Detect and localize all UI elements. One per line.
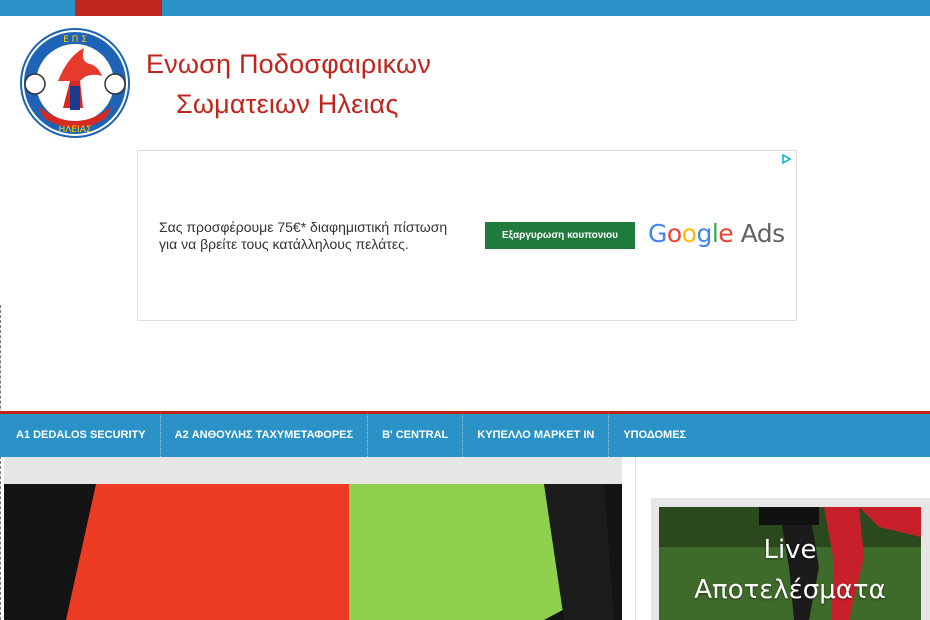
- sidebar-divider: [635, 457, 636, 620]
- main-nav: A1 DEDALOS SECURITY A2 ΑΝΘΟΥΛΗΣ ΤΑΧΥΜΕΤΑ…: [0, 414, 930, 457]
- live-results-image[interactable]: Live Αποτελέσματα: [659, 507, 921, 620]
- live-label: Live: [763, 535, 817, 565]
- google-wordmark-letter: o: [666, 219, 682, 248]
- site-title[interactable]: Ενωση Ποδοσφαιρικων Σωματειων Ηλειας: [146, 44, 466, 124]
- site-logo[interactable]: Ε Π Σ ΗΛΕΙΑΣ: [18, 26, 132, 140]
- nav-item-b-central[interactable]: B' CENTRAL: [368, 414, 464, 457]
- top-bar-home-tab[interactable]: [75, 0, 162, 16]
- nav-item-a1[interactable]: A1 DEDALOS SECURITY: [0, 414, 161, 457]
- ad-copy-line2: για να βρείτε τους κατάλληλους πελάτες.: [159, 236, 409, 252]
- live-results-widget[interactable]: Live Αποτελέσματα: [651, 498, 930, 620]
- results-label: Αποτελέσματα: [694, 575, 886, 605]
- site-title-line2: Σωματειων Ηλειας: [176, 89, 399, 119]
- logo-ring-bottom-text: ΗΛΕΙΑΣ: [58, 125, 91, 135]
- site-title-line1: Ενωση Ποδοσφαιρικων: [146, 49, 432, 79]
- nav-item-cup[interactable]: ΚΥΠΕΛΛΟ ΜΑΡΚΕΤ ΙΝ: [463, 414, 610, 457]
- google-wordmark-letter: g: [696, 219, 712, 248]
- ads-wordmark: Ads: [740, 219, 786, 248]
- ad-copy-line1: Σας προσφέρουμε 75€* διαφημιστική πίστωσ…: [159, 219, 448, 235]
- google-ad-banner[interactable]: Σας προσφέρουμε 75€* διαφημιστική πίστωσ…: [137, 150, 797, 321]
- google-ads-logo: Google Ads: [648, 219, 785, 249]
- nav-item-youth[interactable]: ΥΠΟΔΟΜΕΣ: [609, 414, 700, 457]
- adchoices-triangle-icon[interactable]: [780, 153, 792, 165]
- nav-item-a2[interactable]: A2 ΑΝΘΟΥΛΗΣ ΤΑΧΥΜΕΤΑΦΟΡΕΣ: [161, 414, 369, 457]
- ad-copy: Σας προσφέρουμε 75€* διαφημιστική πίστωσ…: [159, 219, 479, 253]
- logo-ring-top-text: Ε Π Σ: [63, 35, 87, 45]
- featured-article-image[interactable]: [4, 457, 622, 620]
- referee-cards-image: [4, 484, 622, 620]
- page-edge-guide: [0, 305, 1, 620]
- google-wordmark: Google: [648, 219, 734, 248]
- google-wordmark-letter: o: [681, 219, 697, 248]
- google-wordmark-letter: G: [648, 219, 667, 248]
- ad-redeem-button[interactable]: Εξαργυρωση κουπονιου: [485, 222, 635, 249]
- top-bar: [0, 0, 930, 16]
- google-wordmark-letter: e: [718, 219, 734, 248]
